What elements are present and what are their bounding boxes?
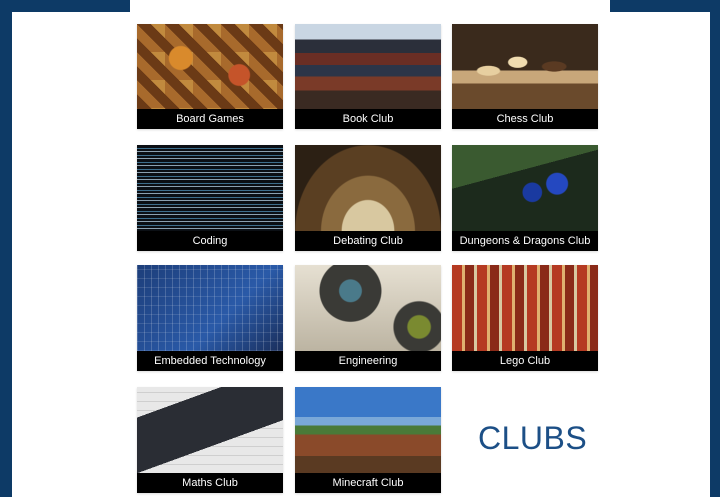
chess-photo	[452, 24, 598, 109]
calculator-photo	[137, 387, 283, 473]
club-tile-dungeons-dragons-club[interactable]: Dungeons & Dragons Club	[452, 145, 598, 251]
circuit-board-photo	[137, 265, 283, 351]
club-label: Book Club	[295, 109, 441, 129]
club-label: Coding	[137, 231, 283, 251]
books-photo	[295, 24, 441, 109]
club-label: Engineering	[295, 351, 441, 371]
content-panel-top	[130, 0, 610, 14]
club-tile-book-club[interactable]: Book Club	[295, 24, 441, 129]
minecraft-landscape-photo	[295, 387, 441, 473]
club-tile-minecraft-club[interactable]: Minecraft Club	[295, 387, 441, 493]
board-games-photo	[137, 24, 283, 109]
club-tile-debating-club[interactable]: Debating Club	[295, 145, 441, 251]
club-tile-embedded-technology[interactable]: Embedded Technology	[137, 265, 283, 371]
club-label: Maths Club	[137, 473, 283, 493]
club-tile-board-games[interactable]: Board Games	[137, 24, 283, 129]
club-tile-lego-club[interactable]: Lego Club	[452, 265, 598, 371]
code-photo	[137, 145, 283, 231]
club-label: Board Games	[137, 109, 283, 129]
lego-city-photo	[452, 265, 598, 351]
club-tile-engineering[interactable]: Engineering	[295, 265, 441, 371]
parliament-photo	[295, 145, 441, 231]
club-label: Debating Club	[295, 231, 441, 251]
club-label: Dungeons & Dragons Club	[452, 231, 598, 251]
page-title: CLUBS	[478, 420, 588, 456]
dice-photo	[452, 145, 598, 231]
club-label: Minecraft Club	[295, 473, 441, 493]
club-tile-chess-club[interactable]: Chess Club	[452, 24, 598, 129]
club-tile-maths-club[interactable]: Maths Club	[137, 387, 283, 493]
gears-photo	[295, 265, 441, 351]
club-label: Chess Club	[452, 109, 598, 129]
club-label: Embedded Technology	[137, 351, 283, 371]
club-tile-coding[interactable]: Coding	[137, 145, 283, 251]
club-label: Lego Club	[452, 351, 598, 371]
